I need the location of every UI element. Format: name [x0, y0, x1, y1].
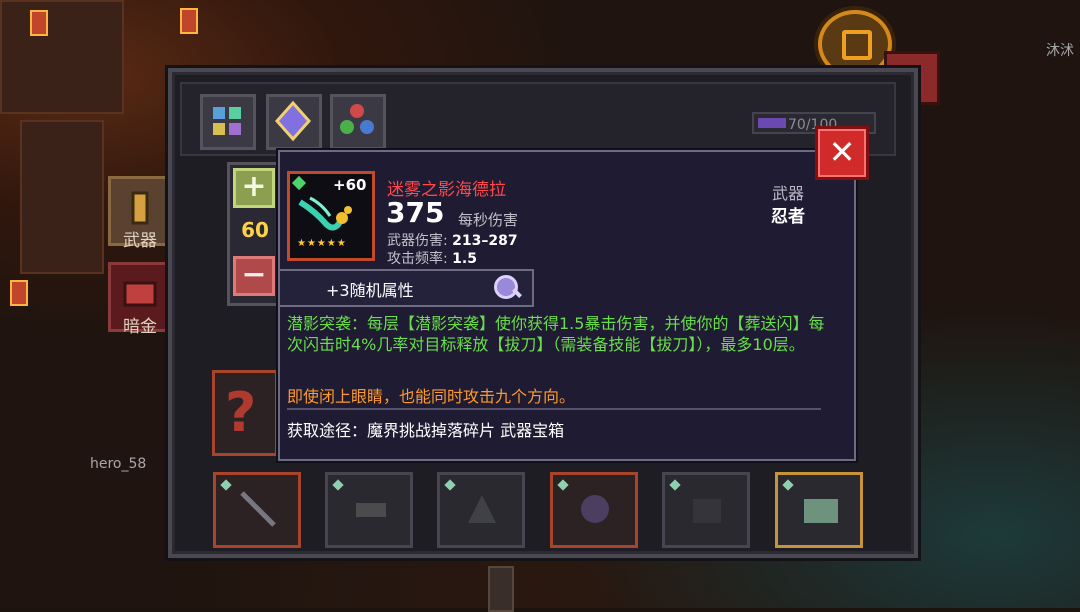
tab-orbs[interactable] [330, 94, 386, 150]
energy-bar-fill [758, 118, 786, 128]
key-icon [488, 566, 514, 612]
damage-stat: 武器伤害: 213–287 [387, 230, 518, 250]
tab-crystal[interactable] [266, 94, 322, 150]
inventory-slot[interactable] [775, 472, 863, 548]
damage-label: 武器伤害: [387, 233, 448, 249]
weapon-class: 忍者 [771, 207, 805, 227]
rarity-stars: ★★★★★ [297, 238, 347, 249]
rate-stat: 攻击频率: 1.5 [387, 248, 477, 268]
orbs-icon [340, 104, 374, 134]
gun-icon [356, 503, 386, 517]
blade-icon [240, 491, 276, 527]
level-down-button[interactable]: − [233, 256, 275, 296]
tab-grid[interactable] [200, 94, 256, 150]
mace-icon [581, 495, 609, 523]
player-name: 沐沭 [1046, 43, 1074, 59]
random-attributes-label: +3随机属性 [326, 281, 414, 300]
enhance-level: +60 [333, 176, 367, 194]
skill-description: 潜影突袭：每层【潜影突袭】使你获得1.5暴击伤害，并使你的【葬送闪】每次闪击时4… [287, 314, 825, 354]
lantern-icon [180, 8, 198, 34]
claw-icon [468, 495, 496, 523]
rate-label: 攻击频率: [387, 251, 448, 267]
question-icon: ? [225, 381, 257, 444]
weapon-level: 60 [241, 218, 269, 242]
dps-label: 每秒伤害 [458, 211, 519, 229]
divider [287, 408, 821, 410]
acquisition-source: 获取途径：魔界挑战掉落碎片 武器宝箱 [287, 421, 565, 440]
skull-icon [804, 499, 838, 523]
weapon-type: 武器 [771, 184, 804, 203]
lantern-icon [30, 10, 48, 36]
inventory-slot[interactable] [662, 472, 750, 548]
lantern-icon [10, 280, 28, 306]
side-tab-weapon-label: 武器 [123, 231, 157, 251]
inventory-slot[interactable] [213, 472, 301, 548]
background-building [0, 0, 124, 114]
background-banner [20, 120, 104, 274]
level-up-button[interactable]: + [233, 168, 275, 208]
inventory-slot[interactable] [550, 472, 638, 548]
beast-icon [693, 499, 721, 523]
rate-value: 1.5 [452, 251, 477, 267]
dps-value: 375 [386, 196, 445, 229]
close-button[interactable]: ✕ [815, 126, 869, 180]
crystal-icon [274, 100, 312, 142]
inventory-slot[interactable] [437, 472, 525, 548]
inventory-slot[interactable] [325, 472, 413, 548]
side-tab-dark-gold-label: 暗金 [123, 317, 157, 337]
unknown-item-slot[interactable]: ? [212, 370, 278, 456]
damage-value: 213–287 [452, 233, 518, 249]
flavor-text: 即使闭上眼睛，也能同时攻击九个方向。 [287, 387, 576, 406]
player-name: hero_58 [90, 456, 147, 472]
